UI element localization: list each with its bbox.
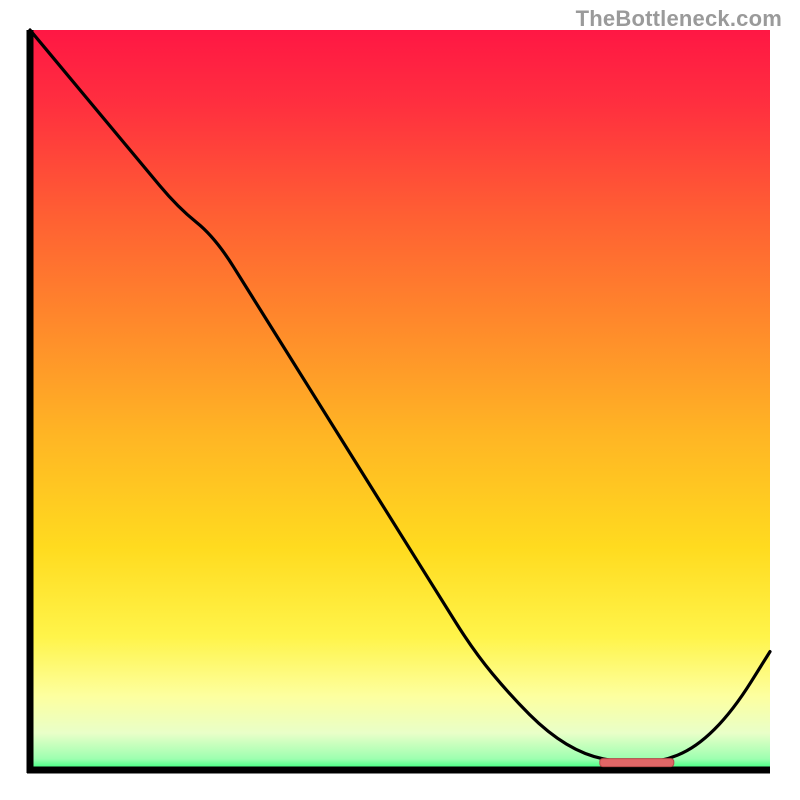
bottleneck-chart (0, 0, 800, 800)
plot-background (30, 30, 770, 770)
minimum-marker (600, 759, 674, 767)
chart-container: TheBottleneck.com (0, 0, 800, 800)
